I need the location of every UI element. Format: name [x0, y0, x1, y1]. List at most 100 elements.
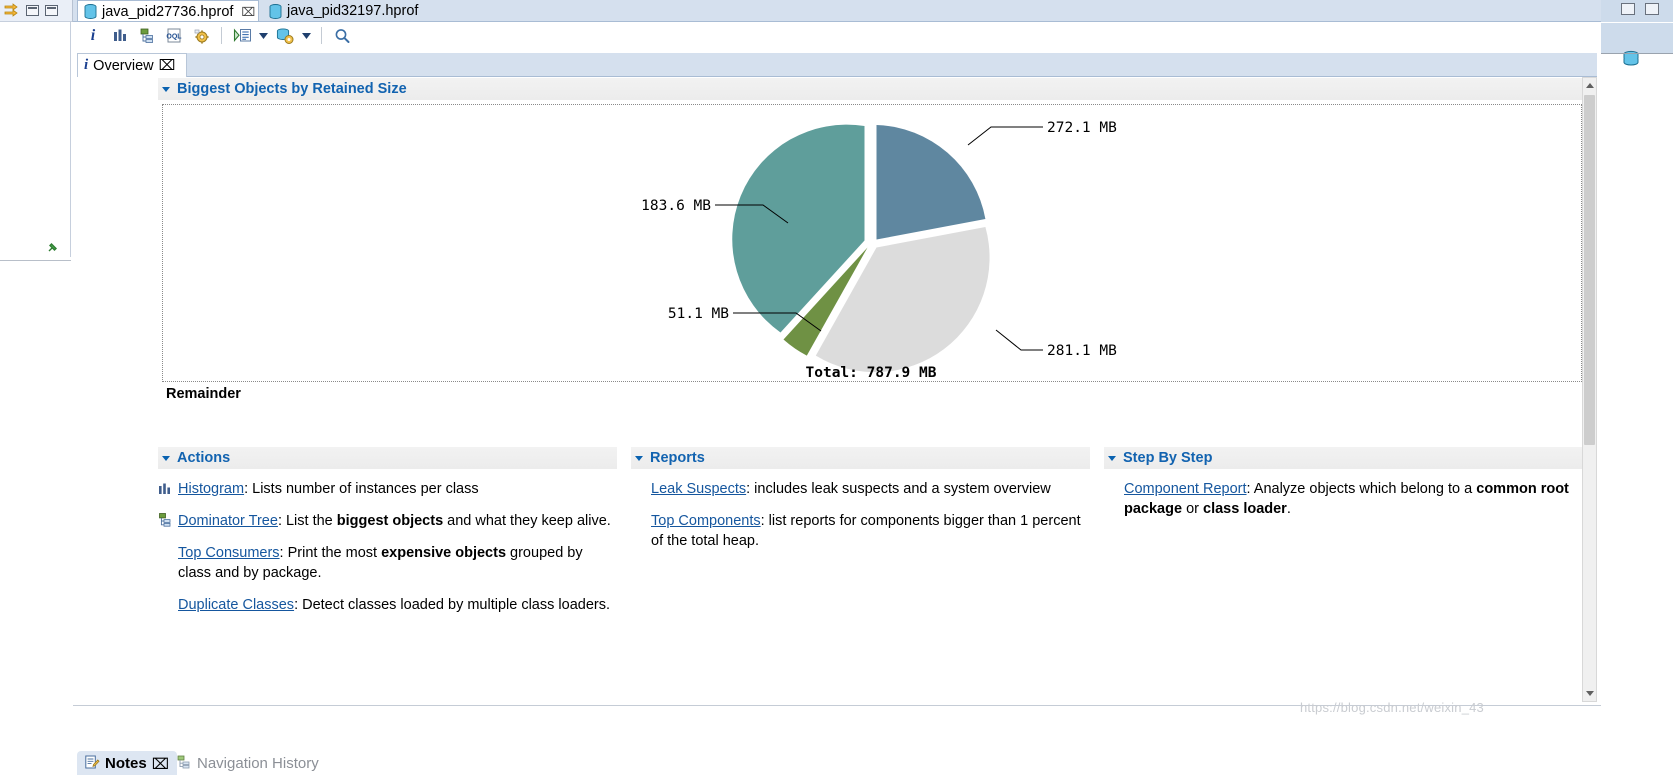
scroll-down-button[interactable]: [1583, 686, 1596, 701]
column-reports: Reports Leak Suspects: includes leak sus…: [631, 447, 1090, 687]
section-header-reports[interactable]: Reports: [631, 447, 1090, 469]
search-icon[interactable]: [330, 25, 354, 47]
close-icon[interactable]: ⌧: [159, 58, 176, 74]
chevron-down-icon[interactable]: [162, 454, 171, 463]
pie-slice-2: [732, 124, 865, 333]
oql-icon[interactable]: OQL: [162, 25, 186, 47]
heap-dump-icon[interactable]: [1621, 49, 1641, 69]
section-title: Reports: [650, 450, 705, 466]
bottom-tab-label: Navigation History: [197, 755, 319, 772]
right-strip-divider: [1601, 53, 1673, 54]
svg-text:OQL: OQL: [166, 34, 182, 41]
pie-label-2: 183.6 MB: [641, 198, 711, 214]
maximize-button[interactable]: [1645, 3, 1659, 15]
link-leak-suspects[interactable]: Leak Suspects: [651, 481, 746, 497]
action-desc-part: expensive objects: [381, 545, 507, 561]
navigation-history-icon: [177, 755, 192, 773]
eclipse-mat-window: java_pid27736.hprof ⌧ java_pid32197.hpro…: [0, 0, 1673, 775]
chevron-up-icon: [1585, 83, 1594, 88]
link-duplicate-classes[interactable]: Duplicate Classes: [178, 597, 294, 613]
tab-notes[interactable]: Notes ⌧: [77, 751, 177, 775]
pie-slice-1: [876, 125, 986, 240]
bottom-tab-label: Notes: [105, 755, 147, 772]
pie-total-label: Total: 787.9 MB: [806, 365, 937, 381]
chevron-down-icon[interactable]: [1108, 454, 1117, 463]
step-desc-part: or: [1182, 501, 1203, 517]
restore-view-icon[interactable]: [4, 2, 20, 19]
editor-tab-java_pid32197[interactable]: java_pid32197.hprof: [263, 0, 443, 22]
pie-label-4: 281.1 MB: [1047, 343, 1117, 359]
link-dominator-tree[interactable]: Dominator Tree: [178, 513, 278, 529]
action-desc-part: biggest objects: [336, 513, 444, 529]
view-tab-label: Overview: [93, 57, 154, 74]
close-icon[interactable]: ⌧: [241, 5, 255, 19]
inspections-gear-icon[interactable]: [189, 25, 213, 47]
left-view-strip: [0, 0, 73, 775]
histogram-icon[interactable]: [108, 25, 132, 47]
editor-area: java_pid27736.hprof ⌧ java_pid32197.hpro…: [73, 0, 1601, 775]
link-top-components[interactable]: Top Components: [651, 513, 761, 529]
link-top-consumers[interactable]: Top Consumers: [178, 545, 280, 561]
overview-panel: Biggest Objects by Retained Size 272.1 M…: [150, 77, 1597, 702]
step-desc-part: .: [1286, 501, 1291, 517]
view-tab-row: i Overview ⌧: [77, 53, 1597, 77]
link-histogram[interactable]: Histogram: [178, 481, 244, 497]
pie-chart-container: 272.1 MB 183.6 MB 51.1 MB 281.1 MB Total…: [162, 104, 1582, 382]
section-header-biggest-objects[interactable]: Biggest Objects by Retained Size: [158, 78, 1582, 100]
step-desc-part: class loader: [1203, 501, 1287, 517]
right-strip-toolbar: [1601, 0, 1673, 22]
scrollbar-thumb[interactable]: [1584, 95, 1595, 445]
action-top-consumers[interactable]: Top Consumers: Print the most expensive …: [158, 543, 617, 583]
vertical-scrollbar[interactable]: [1582, 77, 1597, 702]
left-strip-divider: [0, 260, 71, 261]
action-dominator-tree[interactable]: Dominator Tree: List the biggest objects…: [158, 511, 617, 531]
chevron-down-icon[interactable]: [635, 454, 644, 463]
overview-info-icon[interactable]: i: [81, 25, 105, 47]
section-header-step-by-step[interactable]: Step By Step: [1104, 447, 1590, 469]
run-query-dropdown-arrow[interactable]: [257, 25, 270, 47]
view-toolbar: i OQL: [73, 22, 1601, 49]
column-step-by-step: Step By Step Component Report: Analyze o…: [1104, 447, 1590, 687]
section-title: Biggest Objects by Retained Size: [177, 81, 407, 97]
histogram-icon: [158, 481, 174, 497]
report-top-components[interactable]: Top Components: list reports for compone…: [631, 511, 1090, 551]
section-title: Step By Step: [1123, 450, 1213, 466]
action-desc-part: : Print the most: [279, 545, 382, 561]
tab-navigation-history[interactable]: Navigation History: [169, 751, 327, 775]
editor-tab-bar: java_pid27736.hprof ⌧ java_pid32197.hpro…: [73, 0, 1601, 22]
view-tab-background: [77, 53, 1597, 77]
dominator-tree-icon[interactable]: [135, 25, 159, 47]
toolbar-separator: [221, 27, 222, 44]
tab-overview[interactable]: i Overview ⌧: [77, 53, 187, 77]
left-strip-toolbar: [0, 0, 73, 22]
maximize-button[interactable]: [45, 5, 58, 16]
run-query-icon[interactable]: [230, 25, 254, 47]
report-desc: : includes leak suspects and a system ov…: [746, 481, 1051, 497]
remainder-label: Remainder: [166, 386, 241, 402]
section-header-actions[interactable]: Actions: [158, 447, 617, 469]
pin-icon[interactable]: [46, 240, 60, 254]
bottom-view-stack: Notes ⌧ Navigation History: [73, 705, 1601, 775]
step-component-report[interactable]: Component Report: Analyze objects which …: [1104, 479, 1590, 519]
column-actions: Actions Histogram: Lists number of insta…: [158, 447, 617, 687]
watermark: https://blog.csdn.net/weixin_43: [1300, 700, 1484, 715]
heap-actions-icon[interactable]: [273, 25, 297, 47]
editor-tab-label: java_pid27736.hprof: [102, 3, 234, 20]
heap-dump-icon: [84, 4, 97, 19]
overview-columns: Actions Histogram: Lists number of insta…: [158, 447, 1590, 687]
action-duplicate-classes[interactable]: Duplicate Classes: Detect classes loaded…: [158, 595, 617, 615]
minimize-button[interactable]: [26, 5, 39, 16]
right-view-strip: [1601, 0, 1673, 775]
scroll-up-button[interactable]: [1583, 78, 1596, 93]
close-icon[interactable]: ⌧: [152, 755, 169, 773]
left-strip-body: [0, 22, 71, 257]
chevron-down-icon[interactable]: [162, 85, 171, 94]
minimize-button[interactable]: [1621, 3, 1635, 15]
editor-tab-java_pid27736[interactable]: java_pid27736.hprof ⌧: [77, 0, 259, 22]
report-leak-suspects[interactable]: Leak Suspects: includes leak suspects an…: [631, 479, 1090, 499]
link-component-report[interactable]: Component Report: [1124, 481, 1247, 497]
heap-actions-dropdown-arrow[interactable]: [300, 25, 313, 47]
right-strip-view-buttons: [1601, 23, 1673, 66]
action-histogram[interactable]: Histogram: Lists number of instances per…: [158, 479, 617, 499]
action-desc: : Detect classes loaded by multiple clas…: [294, 597, 610, 613]
